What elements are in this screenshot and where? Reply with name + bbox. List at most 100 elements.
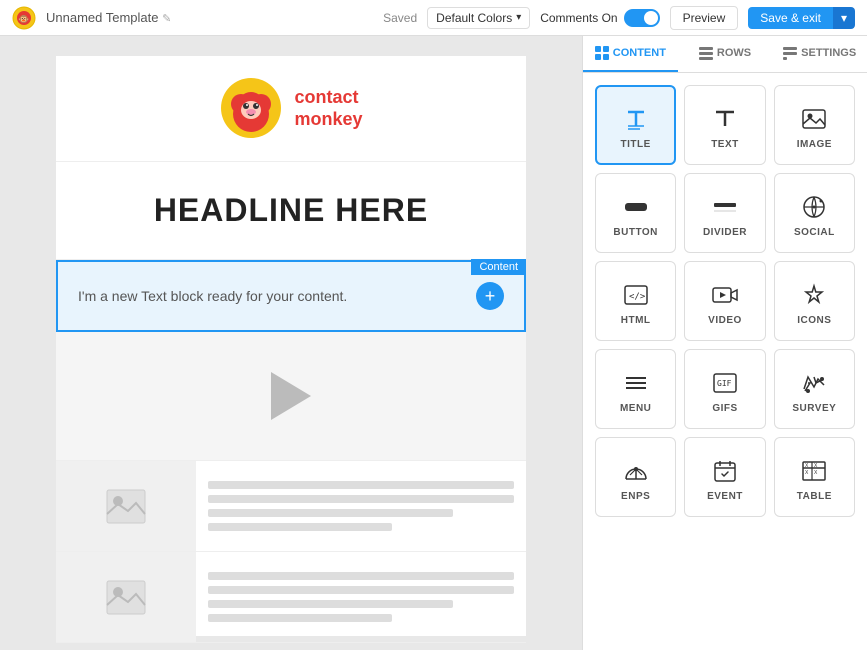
grid-item-survey[interactable]: SURVEY — [774, 349, 855, 429]
grid-item-icons[interactable]: ICONS — [774, 261, 855, 341]
logo-contact: contact — [294, 87, 362, 109]
svg-text:GIF: GIF — [717, 379, 732, 388]
main-layout: contact monkey HEADLINE HERE Content I'm… — [0, 36, 867, 650]
image-placeholder-1 — [56, 461, 196, 551]
gifs-icon: GIF — [711, 369, 739, 397]
content-placeholder-text: I'm a new Text block ready for your cont… — [78, 288, 476, 304]
social-icon — [800, 193, 828, 221]
settings-tab-icon — [783, 46, 797, 60]
grid-item-html[interactable]: </> HTML — [595, 261, 676, 341]
content-items-grid: TITLE TEXT IMAGE — [583, 73, 867, 529]
saved-status: Saved — [383, 11, 417, 25]
grid-item-text[interactable]: TEXT — [684, 85, 765, 165]
text-line — [208, 481, 514, 489]
social-label: SOCIAL — [794, 227, 835, 238]
text-content-block[interactable]: I'm a new Text block ready for your cont… — [56, 260, 526, 332]
save-exit-dropdown-button[interactable]: ▾ — [833, 7, 855, 29]
app-logo-icon: 🐵 — [12, 6, 36, 30]
tab-rows[interactable]: ROWS — [678, 36, 773, 72]
survey-label: SURVEY — [792, 403, 836, 414]
video-icon — [711, 281, 739, 309]
content-block-wrapper: Content I'm a new Text block ready for y… — [56, 260, 526, 332]
brand-logo: contact monkey — [219, 76, 362, 141]
event-label: EVENT — [707, 491, 743, 502]
text-lines-2 — [196, 552, 526, 642]
image-placeholder-2 — [56, 552, 196, 642]
html-label: HTML — [621, 315, 651, 326]
content-tab-icon — [595, 46, 609, 60]
canvas-area: contact monkey HEADLINE HERE Content I'm… — [0, 36, 582, 650]
table-icon: X X X X — [800, 457, 828, 485]
icons-icon — [800, 281, 828, 309]
preview-button[interactable]: Preview — [670, 6, 739, 30]
tab-content[interactable]: CONTENT — [583, 36, 678, 72]
svg-text:X: X — [814, 470, 818, 476]
logo-monkey: monkey — [294, 109, 362, 131]
colors-selector[interactable]: Default Colors ▾ — [427, 7, 530, 29]
email-canvas: contact monkey HEADLINE HERE Content I'm… — [56, 56, 526, 636]
chevron-down-icon: ▾ — [516, 12, 521, 23]
text-line — [208, 600, 453, 608]
html-icon: </> — [622, 281, 650, 309]
image-icon-2 — [106, 580, 146, 615]
svg-text:</>: </> — [629, 292, 646, 302]
grid-item-video[interactable]: VIDEO — [684, 261, 765, 341]
content-label-badge: Content — [471, 259, 526, 275]
text-line — [208, 523, 392, 531]
text-label: TEXT — [711, 139, 739, 150]
grid-item-social[interactable]: SOCIAL — [774, 173, 855, 253]
image-text-row-2[interactable] — [56, 552, 526, 643]
gifs-label: GIFS — [712, 403, 737, 414]
image-text-row-1[interactable] — [56, 461, 526, 552]
text-line — [208, 572, 514, 580]
image-label: IMAGE — [797, 139, 832, 150]
headline-text: HEADLINE HERE — [76, 192, 506, 229]
title-label: TITLE — [621, 139, 651, 150]
topbar: 🐵 Unnamed Template ✎ Saved Default Color… — [0, 0, 867, 36]
rows-tab-icon — [699, 46, 713, 60]
svg-text:X: X — [805, 470, 809, 476]
grid-item-title[interactable]: TITLE — [595, 85, 676, 165]
text-line — [208, 614, 392, 622]
image-icon-1 — [106, 489, 146, 524]
email-header: contact monkey — [56, 56, 526, 162]
enps-icon — [622, 457, 650, 485]
play-button-icon — [271, 372, 311, 420]
grid-item-enps[interactable]: ENPS — [595, 437, 676, 517]
comments-toggle-area: Comments On — [540, 9, 659, 27]
image-icon — [800, 105, 828, 133]
contactmonkey-logo-icon — [219, 76, 284, 141]
divider-label: DIVIDER — [703, 227, 747, 238]
grid-item-table[interactable]: X X X X TABLE — [774, 437, 855, 517]
text-icon — [711, 105, 739, 133]
right-panel: CONTENT ROWS SETTINGS — [582, 36, 867, 650]
template-title[interactable]: Unnamed Template ✎ — [46, 10, 373, 25]
text-lines-1 — [196, 461, 526, 551]
video-block[interactable] — [56, 332, 526, 461]
panel-tabs: CONTENT ROWS SETTINGS — [583, 36, 867, 73]
grid-item-menu[interactable]: MENU — [595, 349, 676, 429]
email-headline-block[interactable]: HEADLINE HERE — [56, 162, 526, 260]
grid-item-gifs[interactable]: GIF GIFS — [684, 349, 765, 429]
text-line — [208, 509, 453, 517]
tab-settings[interactable]: SETTINGS — [772, 36, 867, 72]
title-icon — [622, 105, 650, 133]
divider-icon — [711, 193, 739, 221]
save-exit-button[interactable]: Save & exit — [748, 7, 833, 29]
button-icon — [622, 193, 650, 221]
grid-item-divider[interactable]: DIVIDER — [684, 173, 765, 253]
enps-label: ENPS — [621, 491, 650, 502]
grid-item-image[interactable]: IMAGE — [774, 85, 855, 165]
add-content-button[interactable]: + — [476, 282, 504, 310]
survey-icon — [800, 369, 828, 397]
menu-label: MENU — [620, 403, 651, 414]
comments-toggle[interactable] — [624, 9, 660, 27]
grid-item-button[interactable]: BUTTON — [595, 173, 676, 253]
text-line — [208, 586, 514, 594]
text-line — [208, 495, 514, 503]
menu-icon — [622, 369, 650, 397]
icons-label: ICONS — [797, 315, 831, 326]
save-exit-group: Save & exit ▾ — [748, 7, 855, 29]
grid-item-event[interactable]: EVENT — [684, 437, 765, 517]
button-label: BUTTON — [613, 227, 657, 238]
